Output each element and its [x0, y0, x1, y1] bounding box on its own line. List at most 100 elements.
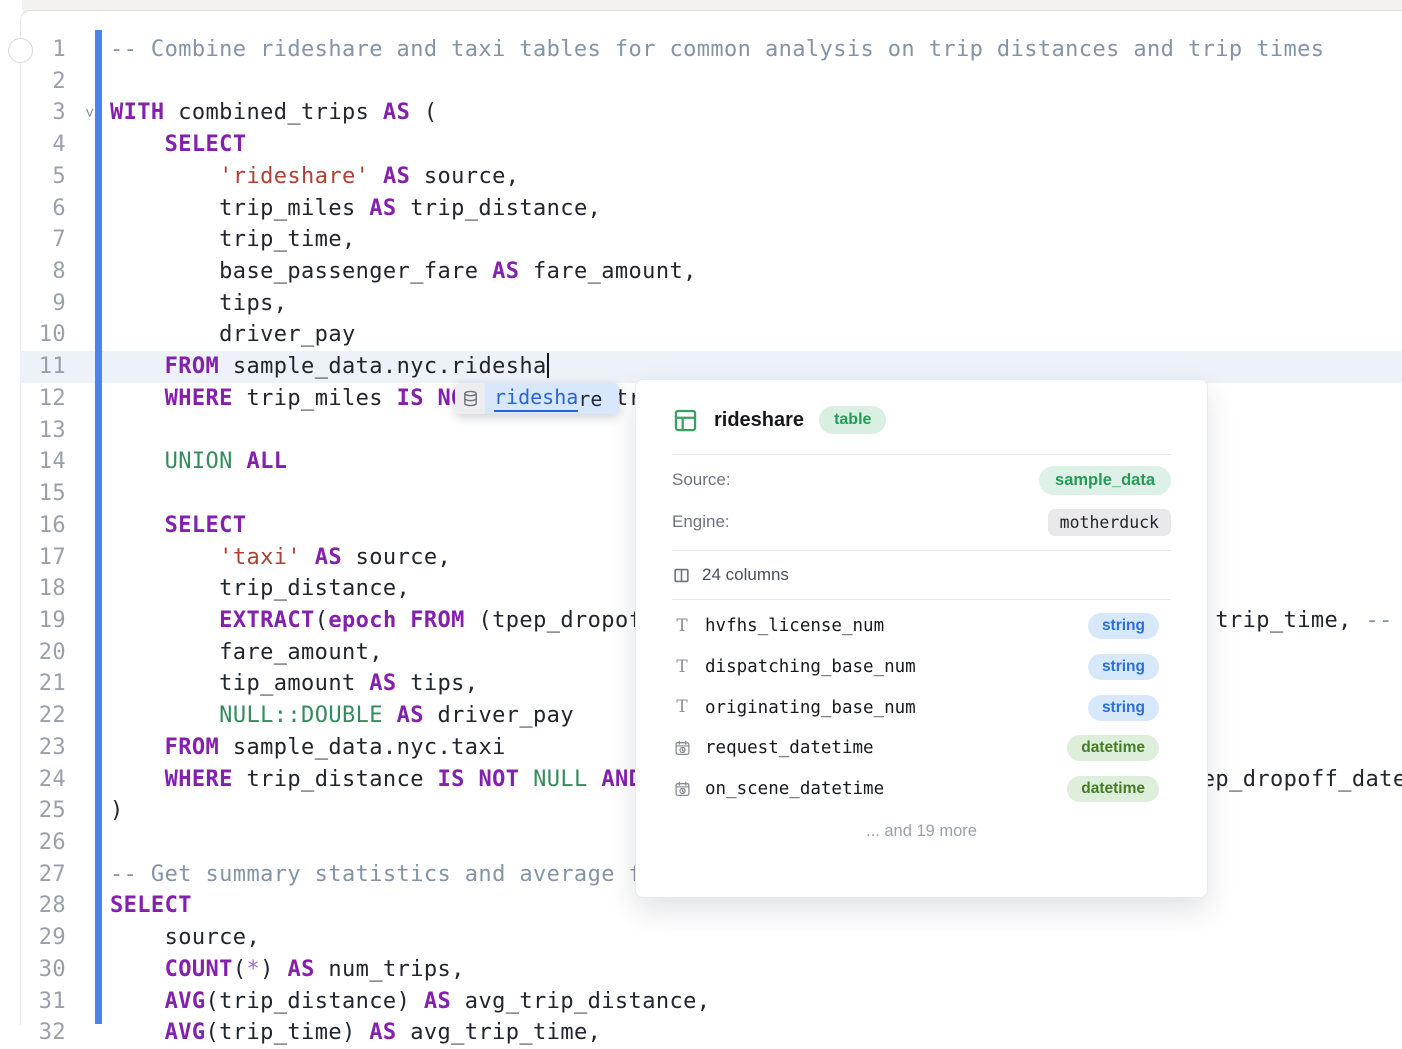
more-columns-label: ... and 19 more — [672, 822, 1171, 841]
column-row: on_scene_datetime datetime — [672, 769, 1171, 810]
code-line[interactable]: 3>WITH combined_trips AS ( — [20, 97, 1402, 129]
column-row: Tdispatching_base_numstring — [672, 647, 1171, 688]
line-number[interactable]: 19 — [20, 605, 66, 637]
divider — [672, 599, 1171, 600]
code-line-text: trip_miles AS trip_distance, — [110, 193, 601, 225]
line-number[interactable]: 20 — [20, 637, 66, 669]
code-line-text: source, — [110, 922, 260, 954]
line-number[interactable]: 22 — [20, 700, 66, 732]
column-name: request_datetime — [705, 738, 874, 758]
code-line-text: AVG(trip_time) AS avg_trip_time, — [110, 1017, 601, 1049]
line-number[interactable]: 8 — [20, 256, 66, 288]
popup-info-row: Source:sample_data — [672, 459, 1171, 501]
code-line[interactable]: 32 AVG(trip_time) AS avg_trip_time, — [20, 1017, 1402, 1049]
code-line[interactable]: 9 tips, — [20, 288, 1402, 320]
line-number[interactable]: 10 — [20, 319, 66, 351]
code-line[interactable]: 1-- Combine rideshare and taxi tables fo… — [20, 34, 1402, 66]
line-number[interactable]: 5 — [20, 161, 66, 193]
calendar-clock-icon — [672, 739, 692, 757]
line-number[interactable]: 23 — [20, 732, 66, 764]
code-line-text: tips, — [110, 288, 287, 320]
code-line-text: AVG(trip_distance) AS avg_trip_distance, — [110, 986, 710, 1018]
info-label: Engine: — [672, 512, 730, 532]
code-line-text: UNION ALL — [110, 446, 287, 478]
autocomplete-item-rideshare[interactable]: rideshare — [485, 383, 619, 414]
code-line-text: COUNT(*) AS num_trips, — [110, 954, 465, 986]
code-line[interactable]: 8 base_passenger_fare AS fare_amount, — [20, 256, 1402, 288]
panel-collapse-handle[interactable] — [8, 38, 33, 63]
line-number[interactable]: 4 — [20, 129, 66, 161]
code-line-text: -- Combine rideshare and taxi tables for… — [110, 34, 1324, 66]
code-line-text: 'taxi' AS source, — [110, 542, 451, 574]
line-number[interactable]: 16 — [20, 510, 66, 542]
columns-count-label: 24 columns — [702, 565, 789, 585]
code-line[interactable]: 31 AVG(trip_distance) AS avg_trip_distan… — [20, 986, 1402, 1018]
code-line-text: base_passenger_fare AS fare_amount, — [110, 256, 697, 288]
column-name: hvfhs_license_num — [705, 616, 884, 636]
autocomplete-dropdown: rideshare — [455, 383, 619, 414]
text-cursor — [547, 353, 550, 378]
column-name: dispatching_base_num — [705, 657, 916, 677]
line-number[interactable]: 28 — [20, 890, 66, 922]
autocomplete-match-text: ridesha — [494, 385, 578, 412]
code-line-text: SELECT — [110, 129, 246, 161]
code-line-text: WITH combined_trips AS ( — [110, 97, 438, 129]
column-type-badge: string — [1088, 695, 1159, 721]
code-line[interactable]: 10 driver_pay — [20, 319, 1402, 351]
code-line-text: 'rideshare' AS source, — [110, 161, 519, 193]
code-line[interactable]: 6 trip_miles AS trip_distance, — [20, 193, 1402, 225]
line-number[interactable]: 15 — [20, 478, 66, 510]
popup-info-rows: Source:sample_data Engine: motherduck — [672, 459, 1171, 543]
code-line[interactable]: 29 source, — [20, 922, 1402, 954]
code-line-text: driver_pay — [110, 319, 356, 351]
code-line[interactable]: 30 COUNT(*) AS num_trips, — [20, 954, 1402, 986]
line-number[interactable]: 25 — [20, 795, 66, 827]
line-number[interactable]: 17 — [20, 542, 66, 574]
info-value-badge: motherduck — [1048, 509, 1171, 536]
column-row: Thvfhs_license_numstring — [672, 606, 1171, 647]
line-number[interactable]: 32 — [20, 1017, 66, 1049]
line-number[interactable]: 14 — [20, 446, 66, 478]
line-number[interactable]: 31 — [20, 986, 66, 1018]
column-name: on_scene_datetime — [705, 779, 884, 799]
code-line-text: FROM sample_data.nyc.ridesha — [110, 351, 549, 383]
line-number[interactable]: 24 — [20, 764, 66, 796]
line-number[interactable]: 6 — [20, 193, 66, 225]
popup-column-list: Thvfhs_license_numstringTdispatching_bas… — [672, 606, 1171, 809]
code-line-text: ) — [110, 795, 124, 827]
line-number[interactable]: 29 — [20, 922, 66, 954]
line-number[interactable]: 18 — [20, 573, 66, 605]
line-number[interactable]: 7 — [20, 224, 66, 256]
calendar-clock-icon — [672, 780, 692, 798]
code-line[interactable]: 4 SELECT — [20, 129, 1402, 161]
code-line[interactable]: 7 trip_time, — [20, 224, 1402, 256]
column-row: request_datetimedatetime — [672, 728, 1171, 769]
gutter-change-bar — [95, 30, 102, 1024]
line-number[interactable]: 21 — [20, 668, 66, 700]
line-number[interactable]: 11 — [20, 351, 66, 383]
table-type-badge: table — [819, 406, 886, 434]
line-number[interactable]: 12 — [20, 383, 66, 415]
line-number[interactable]: 30 — [20, 954, 66, 986]
code-line-text: SELECT — [110, 890, 192, 922]
code-line-text: trip_time, — [110, 224, 356, 256]
columns-count-row: 24 columns — [672, 551, 1171, 599]
columns-icon — [672, 566, 691, 585]
line-number[interactable]: 26 — [20, 827, 66, 859]
code-line[interactable]: 5 'rideshare' AS source, — [20, 161, 1402, 193]
table-icon — [672, 407, 699, 434]
line-number[interactable]: 9 — [20, 288, 66, 320]
line-number[interactable]: 13 — [20, 415, 66, 447]
table-info-popup: rideshare table Source:sample_dataEngine… — [635, 379, 1208, 898]
code-line[interactable]: 2 — [20, 66, 1402, 98]
line-number[interactable]: 27 — [20, 859, 66, 891]
code-line-text: tip_amount AS tips, — [110, 668, 478, 700]
code-line-text: SELECT — [110, 510, 246, 542]
column-row: Toriginating_base_numstring — [672, 687, 1171, 728]
line-number[interactable]: 3 — [20, 97, 66, 129]
info-label: Source: — [672, 470, 731, 490]
line-number[interactable]: 2 — [20, 66, 66, 98]
column-type-badge: datetime — [1067, 776, 1159, 802]
code-line-text: NULL::DOUBLE AS driver_pay — [110, 700, 574, 732]
column-name: originating_base_num — [705, 698, 916, 718]
